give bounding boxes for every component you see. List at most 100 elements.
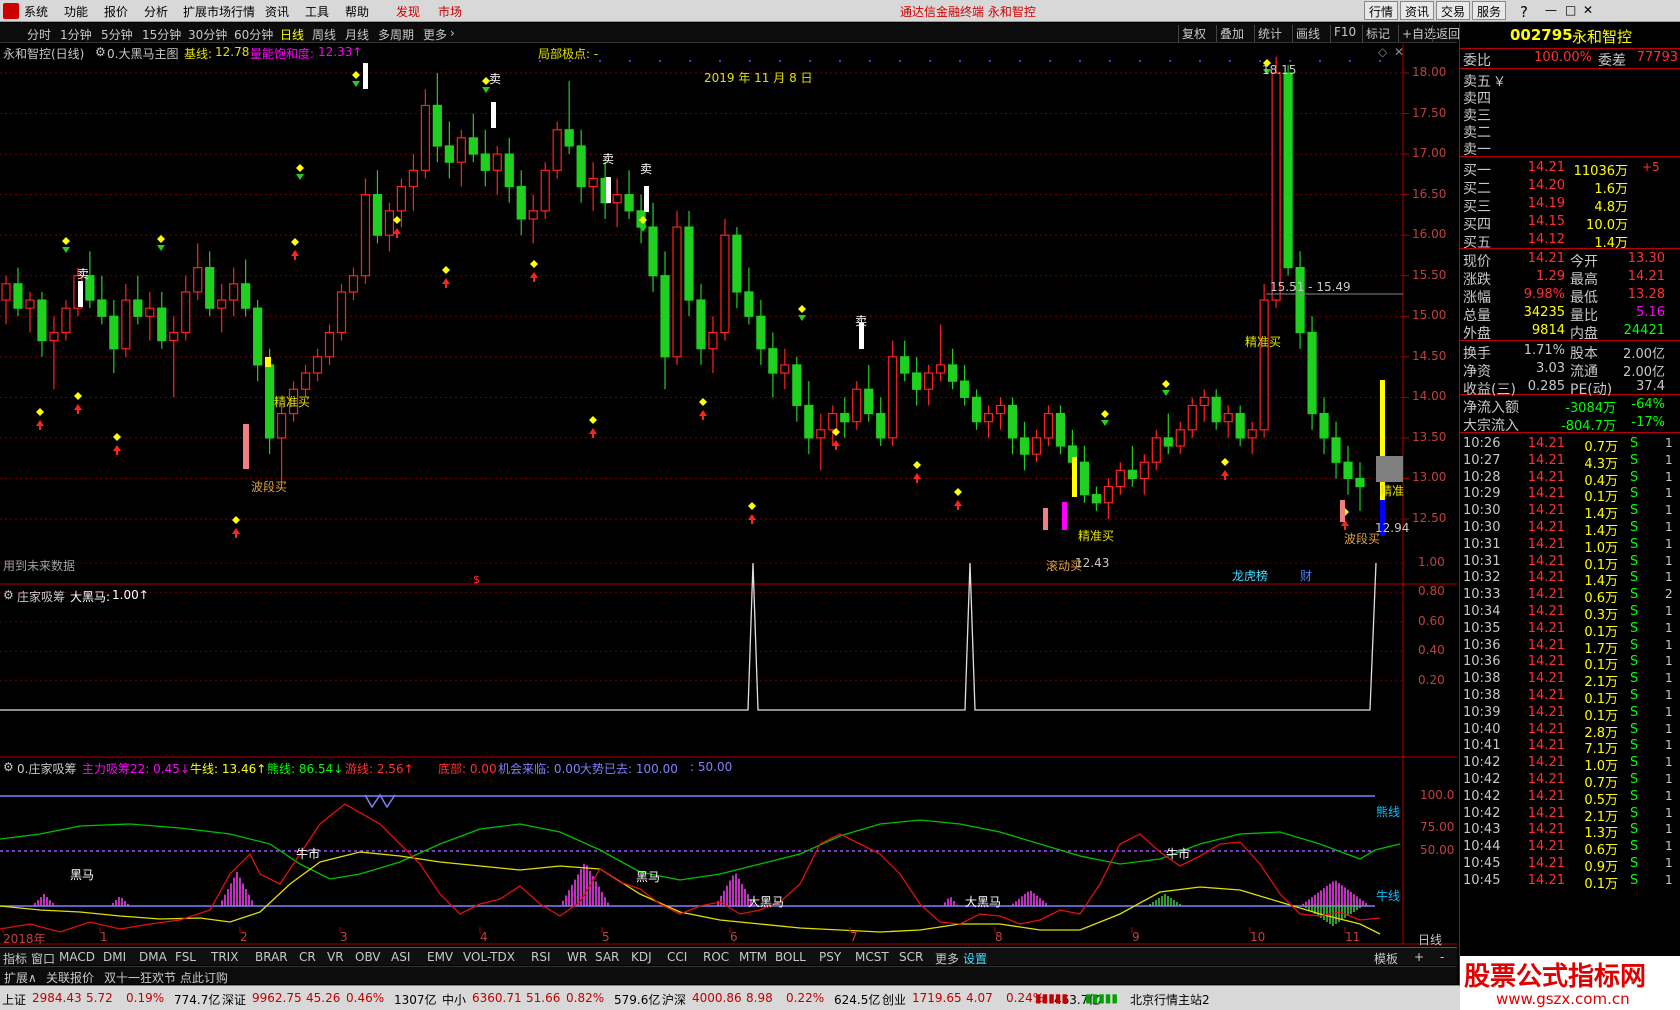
candle[interactable] <box>1343 446 1353 495</box>
candle[interactable] <box>959 364 970 406</box>
candle[interactable] <box>1259 283 1269 438</box>
indicator-tab-3[interactable]: DMI <box>103 950 126 964</box>
indicator-tab-8[interactable]: CR <box>299 950 316 964</box>
candle[interactable] <box>360 178 371 284</box>
candle[interactable] <box>1235 405 1245 447</box>
candle[interactable] <box>408 154 418 211</box>
candle[interactable] <box>1163 413 1173 455</box>
candle[interactable] <box>840 397 850 438</box>
menu-discover[interactable]: 发现 <box>396 3 420 20</box>
candle[interactable] <box>1091 486 1101 511</box>
candle[interactable] <box>1223 405 1233 438</box>
candle[interactable] <box>564 81 574 155</box>
candle[interactable] <box>276 405 287 487</box>
gear-icon[interactable]: ⚙ <box>3 588 14 602</box>
server-name[interactable]: 北京行情主站2 <box>1130 991 1210 1008</box>
chevron-right-icon[interactable]: › <box>450 26 455 40</box>
candle[interactable] <box>924 364 934 406</box>
candle[interactable] <box>384 202 395 252</box>
sub2-title[interactable]: 0.庄家吸筹 <box>17 760 76 777</box>
indicator-tab-25[interactable]: 更多 <box>935 950 959 967</box>
candle[interactable] <box>1055 405 1066 455</box>
candle[interactable] <box>1007 397 1018 455</box>
candle[interactable] <box>1103 478 1113 519</box>
candle[interactable] <box>648 202 658 292</box>
indicator-tab-24[interactable]: SCR <box>899 950 923 964</box>
candle[interactable] <box>983 405 994 438</box>
candle[interactable] <box>432 73 442 163</box>
top-button-trade[interactable]: 交易 <box>1436 1 1471 20</box>
close-icon[interactable]: ✕ <box>1583 3 1593 17</box>
candle[interactable] <box>588 162 598 211</box>
period-weekly[interactable]: 周线 <box>312 26 336 43</box>
candle[interactable] <box>1151 429 1161 471</box>
candle[interactable] <box>468 113 478 163</box>
promo-link[interactable]: 双十一狂欢节 点此订购 <box>104 969 228 986</box>
candle[interactable] <box>660 251 670 390</box>
candle[interactable] <box>576 129 586 203</box>
candle[interactable] <box>492 145 502 195</box>
candle[interactable] <box>1139 454 1149 495</box>
candle[interactable] <box>157 291 167 349</box>
indicator-tab-0[interactable]: 指标 <box>3 950 27 967</box>
help-icon[interactable]: ? <box>1520 3 1528 21</box>
candle[interactable] <box>336 283 347 341</box>
menu-info[interactable]: 资讯 <box>265 3 289 20</box>
candle[interactable] <box>1355 462 1365 511</box>
period-multi[interactable]: 多周期 <box>378 26 414 43</box>
indicator-tab-19[interactable]: ROC <box>703 950 729 964</box>
top-button-service[interactable]: 服务 <box>1472 1 1507 20</box>
indicator-tab-21[interactable]: BOLL <box>775 950 806 964</box>
toolbar-fuquan[interactable]: 复权 <box>1178 25 1209 42</box>
candle[interactable] <box>936 324 946 382</box>
indicator-tab-20[interactable]: MTM <box>739 950 767 964</box>
candle[interactable] <box>1283 64 1293 276</box>
tabs-right-0[interactable]: 模板 <box>1374 950 1398 967</box>
candle[interactable] <box>1043 405 1054 447</box>
ext-toggle[interactable]: 扩展∧ <box>4 969 37 986</box>
indicator-name[interactable]: 0.大黑马主图 <box>107 45 178 62</box>
menu-quote[interactable]: 报价 <box>104 3 128 20</box>
candle[interactable] <box>1175 421 1185 455</box>
candle[interactable] <box>504 137 514 203</box>
indicator-tab-16[interactable]: SAR <box>595 950 619 964</box>
candle[interactable] <box>1199 389 1209 422</box>
candle[interactable] <box>528 194 538 244</box>
settings-icon[interactable]: ◇ <box>1378 45 1387 59</box>
candle[interactable] <box>732 227 742 309</box>
candle[interactable] <box>971 389 982 430</box>
candle[interactable] <box>684 210 694 317</box>
indicator-tab-5[interactable]: FSL <box>175 950 196 964</box>
menu-ext-market[interactable]: 扩展市场行情 <box>183 3 255 20</box>
tabs-right-2[interactable]: - <box>1440 950 1444 964</box>
candle[interactable] <box>145 291 155 341</box>
candle[interactable] <box>708 316 718 374</box>
candle[interactable] <box>864 364 874 422</box>
toolbar-draw[interactable]: 画线 <box>1292 25 1323 42</box>
candle[interactable] <box>516 170 526 236</box>
candle[interactable] <box>372 170 383 244</box>
period-timeshare[interactable]: 分时 <box>27 26 51 43</box>
candle[interactable] <box>1271 56 1281 309</box>
tabs-right-1[interactable]: + <box>1414 950 1424 964</box>
candle[interactable] <box>828 405 838 447</box>
candle[interactable] <box>876 397 886 447</box>
candle[interactable] <box>1187 397 1197 438</box>
candle[interactable] <box>253 300 263 382</box>
period-15min[interactable]: 15分钟 <box>142 26 181 43</box>
toolbar-overlay[interactable]: 叠加 <box>1216 25 1247 42</box>
candle[interactable] <box>1211 389 1221 430</box>
indicator-tab-6[interactable]: TRIX <box>211 950 238 964</box>
candle[interactable] <box>241 259 251 317</box>
candle[interactable] <box>756 300 766 365</box>
candle[interactable] <box>1307 316 1317 430</box>
candle[interactable] <box>1079 446 1090 503</box>
candle[interactable] <box>1019 421 1030 471</box>
menu-tools[interactable]: 工具 <box>305 3 329 20</box>
indicator-tab-13[interactable]: VOL-TDX <box>463 950 515 964</box>
indicator-tab-23[interactable]: MCST <box>855 950 889 964</box>
candle[interactable] <box>229 267 239 317</box>
gear-icon[interactable]: ⚙ <box>3 760 14 774</box>
period-daily[interactable]: 日线 <box>280 26 304 43</box>
candle[interactable] <box>348 267 359 301</box>
